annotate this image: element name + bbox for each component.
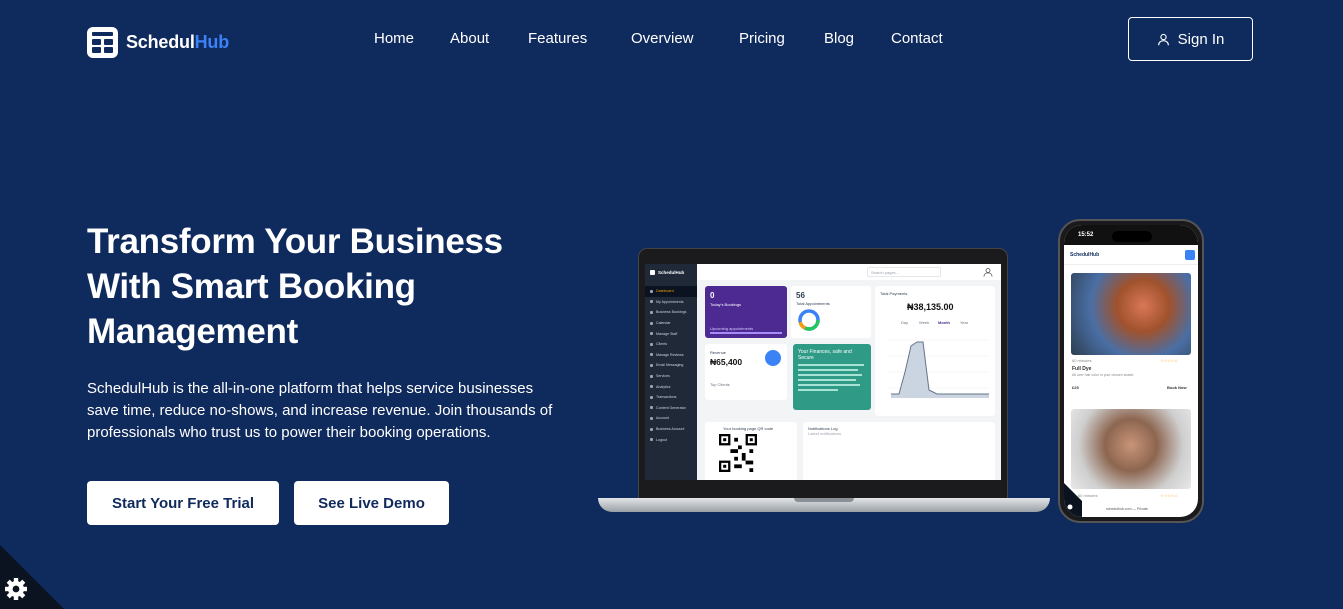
book-now-button: Book Now <box>1167 385 1187 390</box>
hair-dye-photo <box>1071 273 1191 355</box>
sidebar-item: Content Generator <box>645 403 697 414</box>
start-free-trial-button[interactable]: Start Your Free Trial <box>87 481 279 525</box>
dashboard-screen: SchedulHub Dashboard My Appointments Bus… <box>645 264 1001 492</box>
sidebar-logo: SchedulHub <box>645 264 697 280</box>
sidebar-item: Dashboard <box>645 286 697 297</box>
cookie-settings-button[interactable] <box>0 545 64 609</box>
payments-line-chart <box>889 339 989 398</box>
sidebar-item: My Appointments <box>645 297 697 308</box>
user-icon <box>1157 33 1169 45</box>
sidebar-item: Manage Staff <box>645 328 697 339</box>
todays-bookings-card: 0 Today's Bookings Upcoming appointments <box>705 286 787 338</box>
hamburger-menu-icon <box>1185 250 1195 260</box>
revenue-card: Revenue ₦65,400 Top Clients <box>705 344 787 400</box>
haircut-photo <box>1071 409 1191 489</box>
nav-home[interactable]: Home <box>374 30 414 47</box>
total-appointments-card: 56 Total Appointments <box>791 286 871 338</box>
hero-description: SchedulHub is the all-in-one platform th… <box>87 380 553 441</box>
phone-url-bar: schedulhub.com — Private <box>1106 507 1148 511</box>
nav-about[interactable]: About <box>450 30 489 47</box>
qr-code <box>719 434 757 472</box>
laptop-lid: SchedulHub Dashboard My Appointments Bus… <box>638 248 1008 499</box>
phone-screen: 15:52 SchedulHub 60 minutes ☆☆☆☆☆ Full D… <box>1064 225 1198 517</box>
sidebar-item: Email Messaging <box>645 360 697 371</box>
phone-booking-mockup: 15:52 SchedulHub 60 minutes ☆☆☆☆☆ Full D… <box>1058 219 1204 523</box>
sidebar-item: Transactions <box>645 392 697 403</box>
see-live-demo-button[interactable]: See Live Demo <box>294 481 449 525</box>
phone-header: SchedulHub <box>1064 245 1198 265</box>
sidebar-item: Manage Reviews <box>645 350 697 361</box>
appointments-donut-chart <box>798 309 820 331</box>
sidebar-item: Business Account <box>645 424 697 435</box>
sidebar-item: Account <box>645 413 697 424</box>
total-payments-card: Total Payments ₦38,135.00 Day Week Month… <box>875 286 995 416</box>
sidebar-item: Clients <box>645 339 697 350</box>
sidebar-item: Analytics <box>645 381 697 392</box>
nav-blog[interactable]: Blog <box>824 30 854 47</box>
phone-logo: SchedulHub <box>1070 252 1100 258</box>
sidebar-item: Business Bookings <box>645 307 697 318</box>
hero-title: Transform Your Business With Smart Booki… <box>87 222 503 351</box>
sidebar-item: Logout <box>645 434 697 445</box>
star-rating-icon: ☆☆☆☆☆ <box>1160 358 1178 363</box>
dashboard-sidebar: SchedulHub Dashboard My Appointments Bus… <box>645 264 697 492</box>
laptop-dashboard-mockup: SchedulHub Dashboard My Appointments Bus… <box>598 248 1050 520</box>
phone-time: 15:52 <box>1078 232 1094 238</box>
dashboard-topbar: Search pages... <box>697 264 1001 280</box>
user-icon <box>983 268 993 277</box>
nav-overview[interactable]: Overview <box>631 30 694 47</box>
sign-in-button[interactable]: Sign In <box>1128 17 1253 61</box>
sign-in-label: Sign In <box>1177 30 1225 48</box>
nav-contact[interactable]: Contact <box>891 30 943 47</box>
sidebar-item: Calendar <box>645 318 697 329</box>
sidebar-item: Services <box>645 371 697 382</box>
revenue-chart-icon <box>765 350 781 366</box>
nav-features[interactable]: Features <box>528 30 587 47</box>
phone-cookie-icon <box>1064 483 1082 517</box>
nav-pricing[interactable]: Pricing <box>739 30 785 47</box>
dashboard-search: Search pages... <box>867 267 941 277</box>
secure-finances-card: Your Finances, safe and Secure <box>793 344 871 410</box>
gear-icon <box>5 578 27 600</box>
